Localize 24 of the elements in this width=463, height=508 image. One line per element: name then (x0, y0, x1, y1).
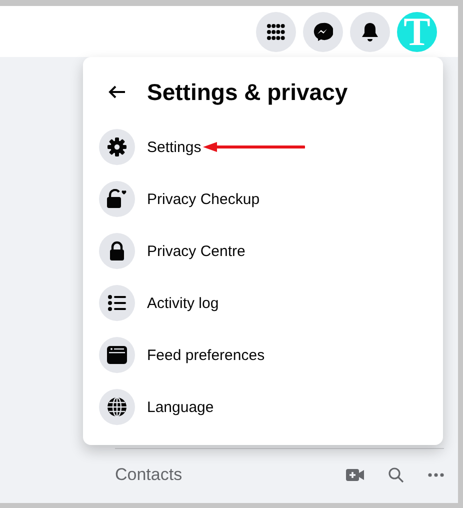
bell-icon (361, 22, 379, 42)
contacts-heading: Contacts (115, 465, 182, 485)
notifications-button[interactable] (350, 12, 390, 52)
menu-grid-button[interactable] (256, 12, 296, 52)
menu-title: Settings & privacy (147, 78, 348, 106)
search-icon[interactable] (388, 467, 404, 483)
messenger-icon (313, 22, 333, 42)
back-arrow-icon[interactable] (108, 85, 126, 99)
lock-heart-icon (106, 189, 128, 209)
more-icon[interactable] (428, 473, 444, 477)
messenger-button[interactable] (303, 12, 343, 52)
list-icon (108, 295, 126, 311)
menu-item[interactable]: Language (147, 398, 214, 416)
feed-icon (107, 346, 127, 364)
gear-icon (107, 137, 127, 157)
menu-item[interactable]: Activity log (147, 294, 219, 312)
globe-icon (107, 397, 127, 417)
menu-item[interactable]: Privacy Centre (147, 242, 246, 260)
menu-item[interactable]: Privacy Checkup (147, 190, 260, 208)
video-camera-icon[interactable] (346, 468, 364, 482)
menu-item[interactable]: Feed preferences (147, 346, 265, 364)
lock-icon (109, 241, 125, 261)
menu-item[interactable]: Settings (147, 138, 202, 156)
grid-icon (267, 22, 285, 40)
